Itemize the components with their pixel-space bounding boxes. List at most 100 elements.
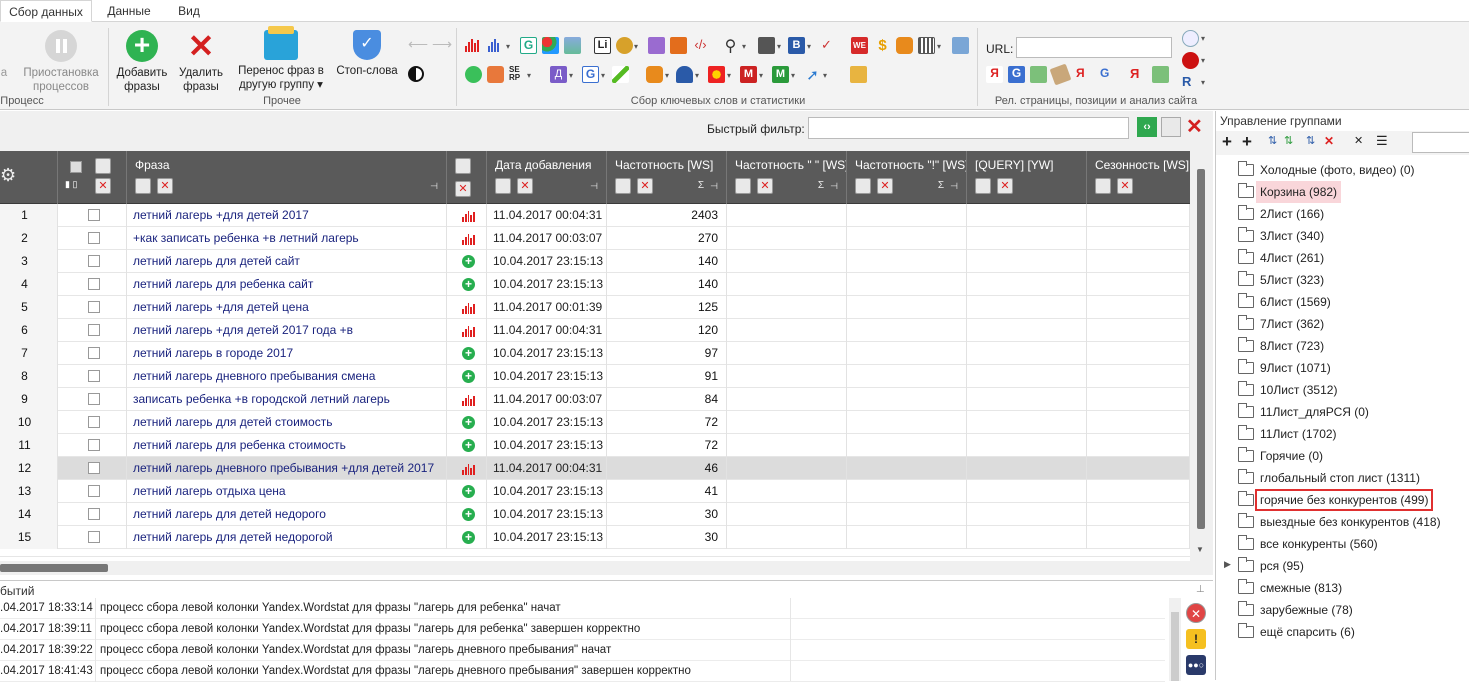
- clear-filter-icon[interactable]: ✕: [1117, 178, 1133, 194]
- sum-icon[interactable]: Σ: [698, 180, 704, 191]
- bulb-icon[interactable]: [1182, 30, 1199, 47]
- sort-icon[interactable]: ⇅: [1284, 134, 1293, 147]
- group-item[interactable]: зарубежные (78): [1260, 599, 1353, 621]
- table-row[interactable]: 8 летний лагерь дневного пребывания смена…: [0, 365, 1190, 388]
- group-item[interactable]: 9Лист (1071): [1260, 357, 1331, 379]
- excel-pos-icon[interactable]: [1152, 66, 1169, 83]
- table-row[interactable]: 14 летний лагерь для детей недорого 10.04.…: [0, 503, 1190, 526]
- phrase-cell[interactable]: летний лагерь для детей недорогой: [127, 526, 447, 549]
- google-icon[interactable]: G: [1008, 66, 1025, 83]
- table-row[interactable]: 1 летний лагерь +для детей 2017 11.04.2017…: [0, 204, 1190, 227]
- log-scrollbar[interactable]: [1169, 598, 1181, 681]
- sum-icon[interactable]: Σ: [818, 180, 824, 191]
- phrase-cell[interactable]: летний лагерь дневного пребывания смена: [127, 365, 447, 388]
- scroll-thumb[interactable]: [1197, 169, 1205, 529]
- dropdown-arrow-icon[interactable]: ▾: [727, 71, 731, 80]
- url-input[interactable]: [1016, 37, 1172, 58]
- phrase-cell[interactable]: +как записать ребенка +в летний лагерь: [127, 227, 447, 250]
- table-row[interactable]: 6 летний лагерь +для детей 2017 года +в 11…: [0, 319, 1190, 342]
- dropdown-arrow-icon[interactable]: ▾: [506, 42, 510, 51]
- pin-icon[interactable]: ⊣: [590, 181, 598, 192]
- r-icon[interactable]: R: [1182, 74, 1199, 91]
- table-row[interactable]: 11 летний лагерь для ребенка стоимость 10.…: [0, 434, 1190, 457]
- green-circle-icon[interactable]: [465, 66, 482, 83]
- row-checkbox[interactable]: [88, 439, 100, 451]
- we-icon[interactable]: WE: [851, 37, 868, 54]
- group-item[interactable]: глобальный стоп лист (1311): [1260, 467, 1420, 489]
- move-phrases-button[interactable]: Перенос фраз в другую группу ▾: [234, 26, 328, 92]
- group-item[interactable]: 11Лист (1702): [1260, 423, 1337, 445]
- group-item[interactable]: 6Лист (1569): [1260, 291, 1331, 313]
- excel-icon[interactable]: [1030, 66, 1047, 83]
- check-tool-icon[interactable]: ✓: [818, 37, 835, 54]
- m-red-icon[interactable]: M: [740, 66, 757, 83]
- filter-mode-button[interactable]: ‹›: [1137, 117, 1157, 137]
- google-icon[interactable]: G: [582, 66, 599, 83]
- google-rel-icon[interactable]: G: [1100, 66, 1117, 83]
- google-suggest-icon[interactable]: G: [520, 37, 537, 54]
- header-ws[interactable]: Частотность [WS] ✕ Σ ⊣: [607, 151, 727, 204]
- add-phrases-button[interactable]: + Добавить фразы: [112, 30, 172, 94]
- qr-icon[interactable]: [918, 37, 935, 54]
- table-row[interactable]: 12 летний лагерь дневного пребывания +для…: [0, 457, 1190, 480]
- header-ws-quotes[interactable]: Частотность " " [WS] ✕ Σ ⊣: [727, 151, 847, 204]
- row-checkbox[interactable]: [88, 209, 100, 221]
- table-row[interactable]: 5 летний лагерь +для детей цена 11.04.2017…: [0, 296, 1190, 319]
- leaf-icon[interactable]: [612, 66, 629, 83]
- select-all-checkbox[interactable]: [70, 161, 82, 173]
- dropdown-arrow-icon[interactable]: ▾: [791, 71, 795, 80]
- clear-filter-button[interactable]: ✕: [1186, 114, 1203, 139]
- pin-icon[interactable]: ⊣: [710, 181, 718, 192]
- yandex-rel-icon[interactable]: Я: [1076, 66, 1093, 83]
- group-item[interactable]: Корзина (982): [1256, 181, 1342, 203]
- clear-filter-icon[interactable]: ✕: [95, 178, 111, 194]
- clear-filter-icon[interactable]: ✕: [877, 178, 893, 194]
- filter-icon[interactable]: [975, 178, 991, 194]
- scroll-down-arrow-icon[interactable]: ▼: [1196, 545, 1204, 554]
- invert-selection-icon[interactable]: ▮ ▯: [65, 179, 77, 190]
- phrase-cell[interactable]: летний лагерь в городе 2017: [127, 342, 447, 365]
- group-item[interactable]: Холодные (фото, видео) (0): [1260, 159, 1415, 181]
- coin-icon[interactable]: [616, 37, 633, 54]
- filter-icon[interactable]: [495, 178, 511, 194]
- group-item[interactable]: 5Лист (323): [1260, 269, 1324, 291]
- row-checkbox[interactable]: [88, 485, 100, 497]
- expand-arrow-icon[interactable]: ▶: [1224, 559, 1231, 570]
- pin-icon[interactable]: ⊥: [1196, 584, 1205, 595]
- filter-icon[interactable]: [855, 178, 871, 194]
- add-subgroup-icon[interactable]: +: [1242, 132, 1252, 152]
- table-row[interactable]: 10 летний лагерь для детей стоимость 10.04…: [0, 411, 1190, 434]
- sum-icon[interactable]: Σ: [938, 180, 944, 191]
- phrase-cell[interactable]: летний лагерь для детей стоимость: [127, 411, 447, 434]
- yandex-icon[interactable]: Я: [986, 66, 1003, 83]
- dropdown-arrow-icon[interactable]: ▾: [1201, 78, 1205, 87]
- group-item[interactable]: смежные (813): [1260, 577, 1342, 599]
- group-item[interactable]: 10Лист (3512): [1260, 379, 1337, 401]
- row-checkbox[interactable]: [88, 324, 100, 336]
- scroll-thumb[interactable]: [0, 564, 108, 572]
- phrase-cell[interactable]: записать ребенка +в городской летний лаг…: [127, 388, 447, 411]
- header-query[interactable]: [QUERY] [YW] ✕: [967, 151, 1087, 204]
- table-row[interactable]: [0, 549, 1190, 557]
- delete-group-icon[interactable]: ✕: [1324, 134, 1334, 148]
- sun-icon[interactable]: [708, 66, 725, 83]
- clear-filter-icon[interactable]: ✕: [637, 178, 653, 194]
- dropdown-arrow-icon[interactable]: ▾: [601, 71, 605, 80]
- group-item[interactable]: 11Лист_дляРСЯ (0): [1260, 401, 1369, 423]
- liveinternet-icon[interactable]: Li: [594, 37, 611, 54]
- clear-group-icon[interactable]: ✕: [1354, 134, 1363, 147]
- purple-tool-icon[interactable]: [648, 37, 665, 54]
- orange-tool-icon[interactable]: [487, 66, 504, 83]
- phrase-cell[interactable]: летний лагерь для детей сайт: [127, 250, 447, 273]
- phrase-cell[interactable]: летний лагерь +для детей 2017: [127, 204, 447, 227]
- colors-icon[interactable]: [542, 37, 559, 54]
- filter-icon[interactable]: [95, 158, 111, 174]
- image-icon[interactable]: [564, 37, 581, 54]
- chart-icon[interactable]: [758, 37, 775, 54]
- row-checkbox[interactable]: [88, 301, 100, 313]
- dropdown-arrow-icon[interactable]: ▾: [1201, 34, 1205, 43]
- group-item[interactable]: 8Лист (723): [1260, 335, 1324, 357]
- group-item[interactable]: 4Лист (261): [1260, 247, 1324, 269]
- sort-az-icon[interactable]: ⇅: [1268, 134, 1277, 147]
- group-item[interactable]: ещё спарсить (6): [1260, 621, 1355, 643]
